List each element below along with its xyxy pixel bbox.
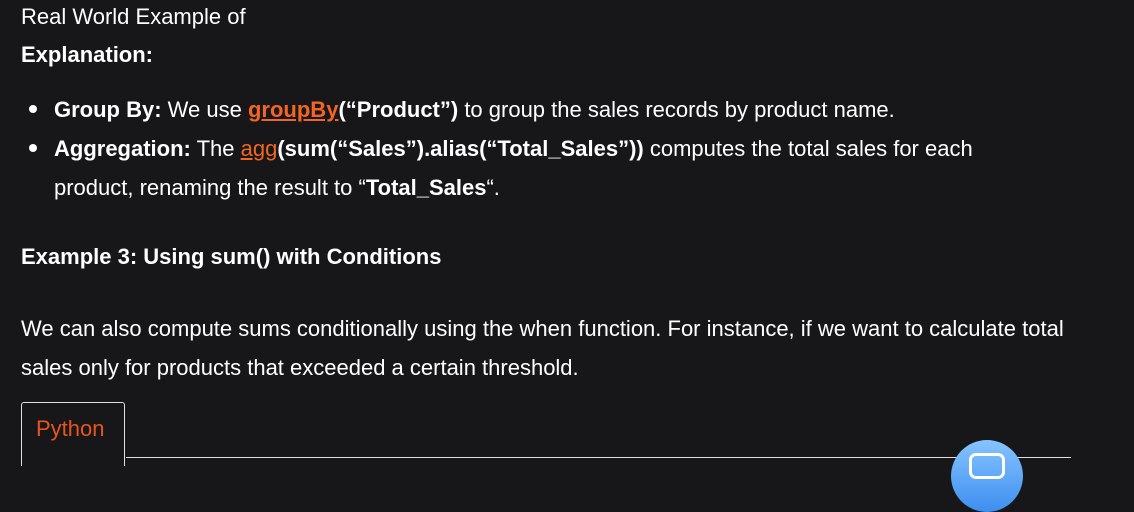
list-item-group-by: Group By: We use groupBy(“Product”) to g… bbox=[21, 90, 1041, 129]
bullet-label: Group By: bbox=[54, 97, 162, 122]
bullet-text: to group the sales records by product na… bbox=[458, 97, 895, 122]
bullet-label: Aggregation: bbox=[54, 136, 191, 161]
code-tabs: Python bbox=[21, 402, 1071, 466]
tab-python[interactable]: Python bbox=[21, 402, 125, 466]
bullet-code: Total_Sales bbox=[365, 175, 487, 200]
agg-link[interactable]: agg bbox=[241, 136, 278, 161]
explanation-heading: Explanation: bbox=[21, 42, 154, 67]
bullet-code: (“Product”) bbox=[338, 97, 459, 122]
bullet-code: (sum(“Sales”).alias(“Total_Sales”)) bbox=[277, 136, 644, 161]
bullet-text: We use bbox=[161, 97, 248, 122]
explanation-list: Group By: We use groupBy(“Product”) to g… bbox=[21, 90, 1041, 207]
bullet-text: The bbox=[190, 136, 241, 161]
chat-icon bbox=[969, 453, 1005, 479]
example-heading: Example 3: Using sum() with Conditions bbox=[21, 244, 442, 269]
chat-button[interactable] bbox=[951, 440, 1023, 512]
list-item-aggregation: Aggregation: The agg(sum(“Sales”).alias(… bbox=[21, 129, 1041, 207]
groupby-link[interactable]: groupBy bbox=[248, 97, 338, 122]
description-paragraph: We can also compute sums conditionally u… bbox=[21, 316, 1064, 380]
intro-line: Real World Example of bbox=[21, 4, 246, 29]
tab-divider bbox=[126, 457, 1071, 458]
bullet-text: “. bbox=[486, 175, 500, 200]
